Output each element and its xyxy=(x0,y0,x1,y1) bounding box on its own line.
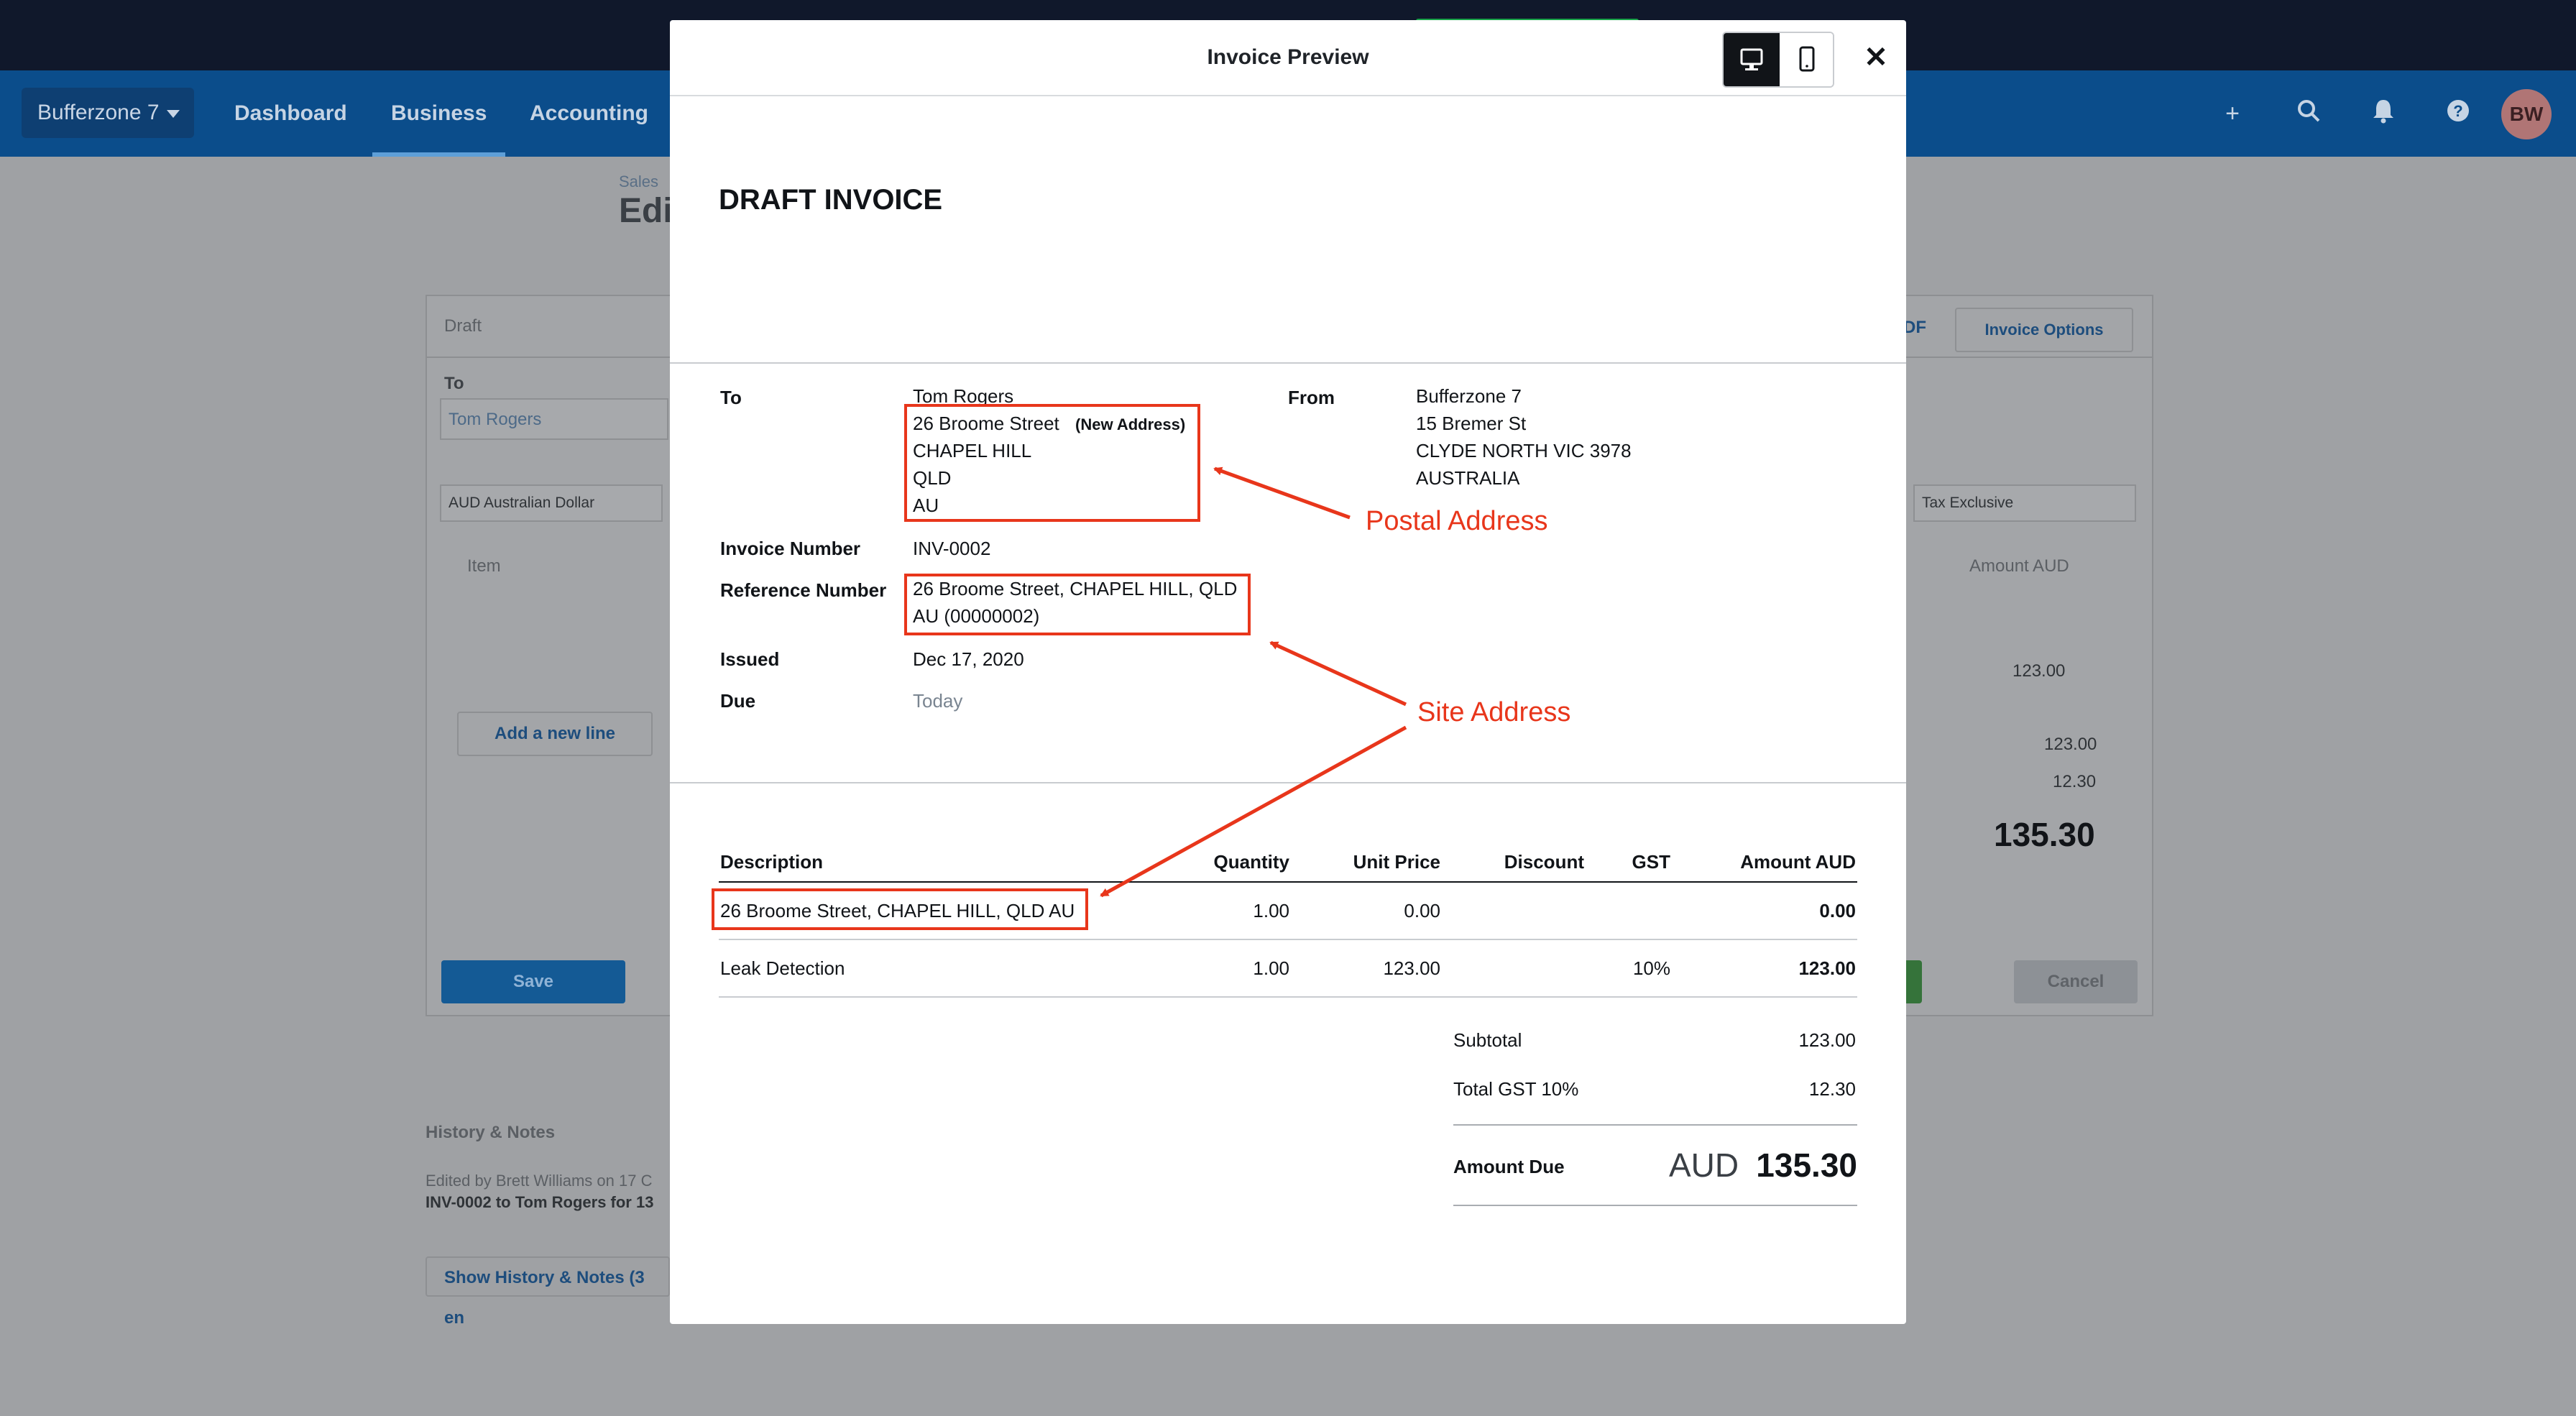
arrow-site-line-item xyxy=(1100,725,1407,898)
annotation-arrows xyxy=(1100,466,1407,898)
arrow-site-reference xyxy=(1269,640,1407,707)
arrow-postal xyxy=(1213,466,1351,520)
